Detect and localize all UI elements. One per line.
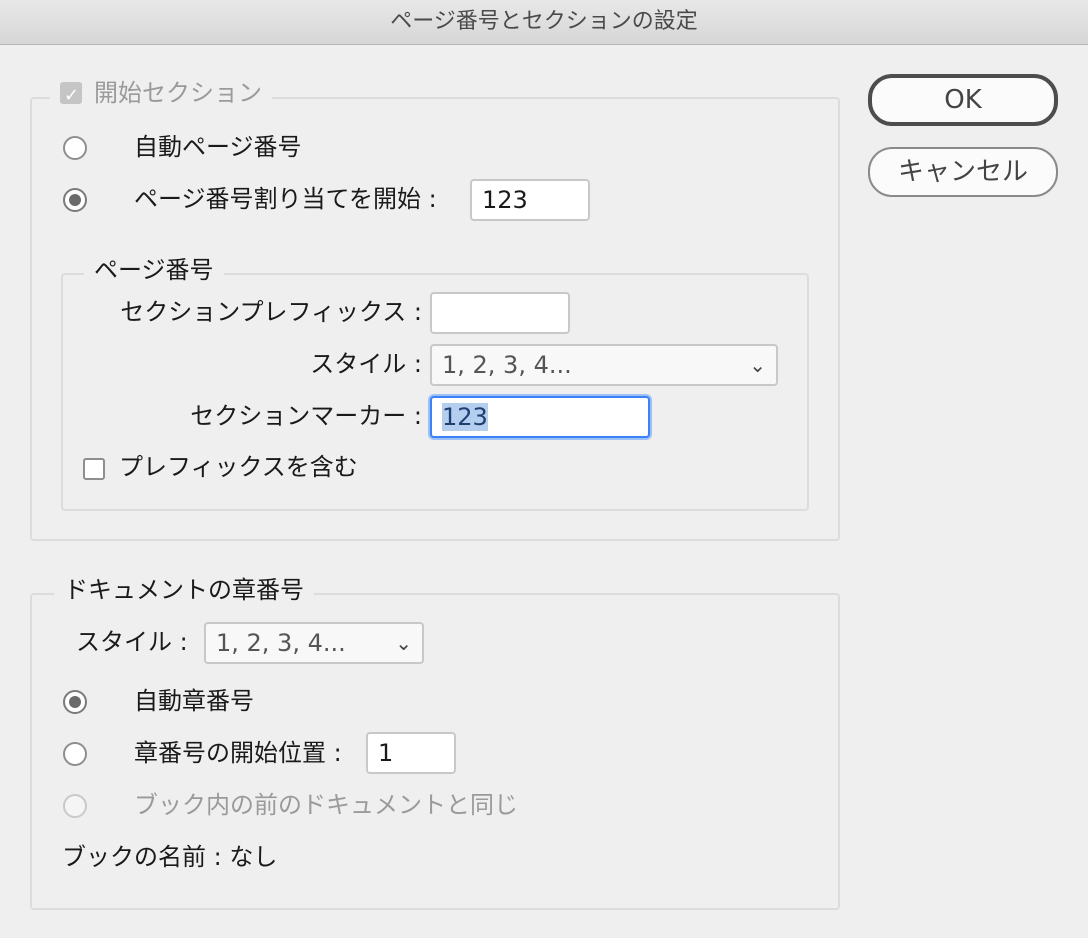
chapter-start-radio[interactable] (63, 742, 87, 766)
start-page-radio[interactable] (63, 188, 87, 212)
dialog-content: 開始セクション 自動ページ番号 ページ番号割り当てを開始 : 123 ページ番号… (0, 45, 1088, 938)
dialog-window: ページ番号とセクションの設定 開始セクション 自動ページ番号 ページ番号割り当て… (0, 0, 1088, 938)
section-prefix-label: セクションプレフィックス : (120, 298, 422, 326)
chapter-legend-text: ドキュメントの章番号 (64, 576, 304, 604)
page-numbering-legend: ページ番号 (84, 254, 224, 286)
chapter-start-label[interactable]: 章番号の開始位置 : (134, 737, 342, 769)
chapter-legend: ドキュメントの章番号 (54, 574, 314, 606)
ok-button[interactable]: OK (868, 74, 1058, 126)
auto-chapter-label[interactable]: 自動章番号 (134, 685, 254, 717)
page-style-value: 1, 2, 3, 4... (442, 351, 572, 379)
chevron-down-icon: ⌄ (395, 631, 412, 655)
section-prefix-field[interactable] (430, 292, 570, 334)
section-marker-field[interactable]: 123 (430, 396, 650, 438)
auto-chapter-radio[interactable] (63, 690, 87, 714)
style-label: スタイル : (310, 350, 422, 378)
include-prefix-checkbox[interactable] (83, 458, 105, 480)
auto-page-label[interactable]: 自動ページ番号 (134, 131, 302, 163)
include-prefix-label[interactable]: プレフィックスを含む (119, 451, 358, 483)
book-name-label: ブックの名前 : なし (62, 843, 278, 871)
start-section-checkbox[interactable] (60, 80, 82, 112)
chapter-start-field[interactable]: 1 (366, 732, 456, 774)
same-as-previous-label: ブック内の前のドキュメントと同じ (134, 791, 518, 819)
section-marker-label: セクションマーカー : (190, 402, 422, 430)
start-section-label: 開始セクション (94, 79, 262, 107)
chapter-style-select[interactable]: 1, 2, 3, 4... ⌄ (204, 622, 424, 664)
cancel-button[interactable]: キャンセル (868, 147, 1058, 197)
same-as-previous-radio[interactable] (63, 794, 87, 818)
start-page-label[interactable]: ページ番号割り当てを開始 : (134, 183, 437, 215)
start-page-field[interactable]: 123 (470, 179, 590, 221)
page-style-select[interactable]: 1, 2, 3, 4... ⌄ (430, 344, 778, 386)
chevron-down-icon: ⌄ (749, 353, 766, 377)
chapter-style-value: 1, 2, 3, 4... (216, 629, 346, 657)
window-title: ページ番号とセクションの設定 (0, 0, 1088, 45)
start-section-legend: 開始セクション (50, 77, 272, 112)
section-marker-selected-text: 123 (442, 403, 488, 431)
page-numbering-legend-text: ページ番号 (94, 256, 214, 284)
chapter-style-label: スタイル : (76, 628, 188, 656)
auto-page-radio[interactable] (63, 136, 87, 160)
